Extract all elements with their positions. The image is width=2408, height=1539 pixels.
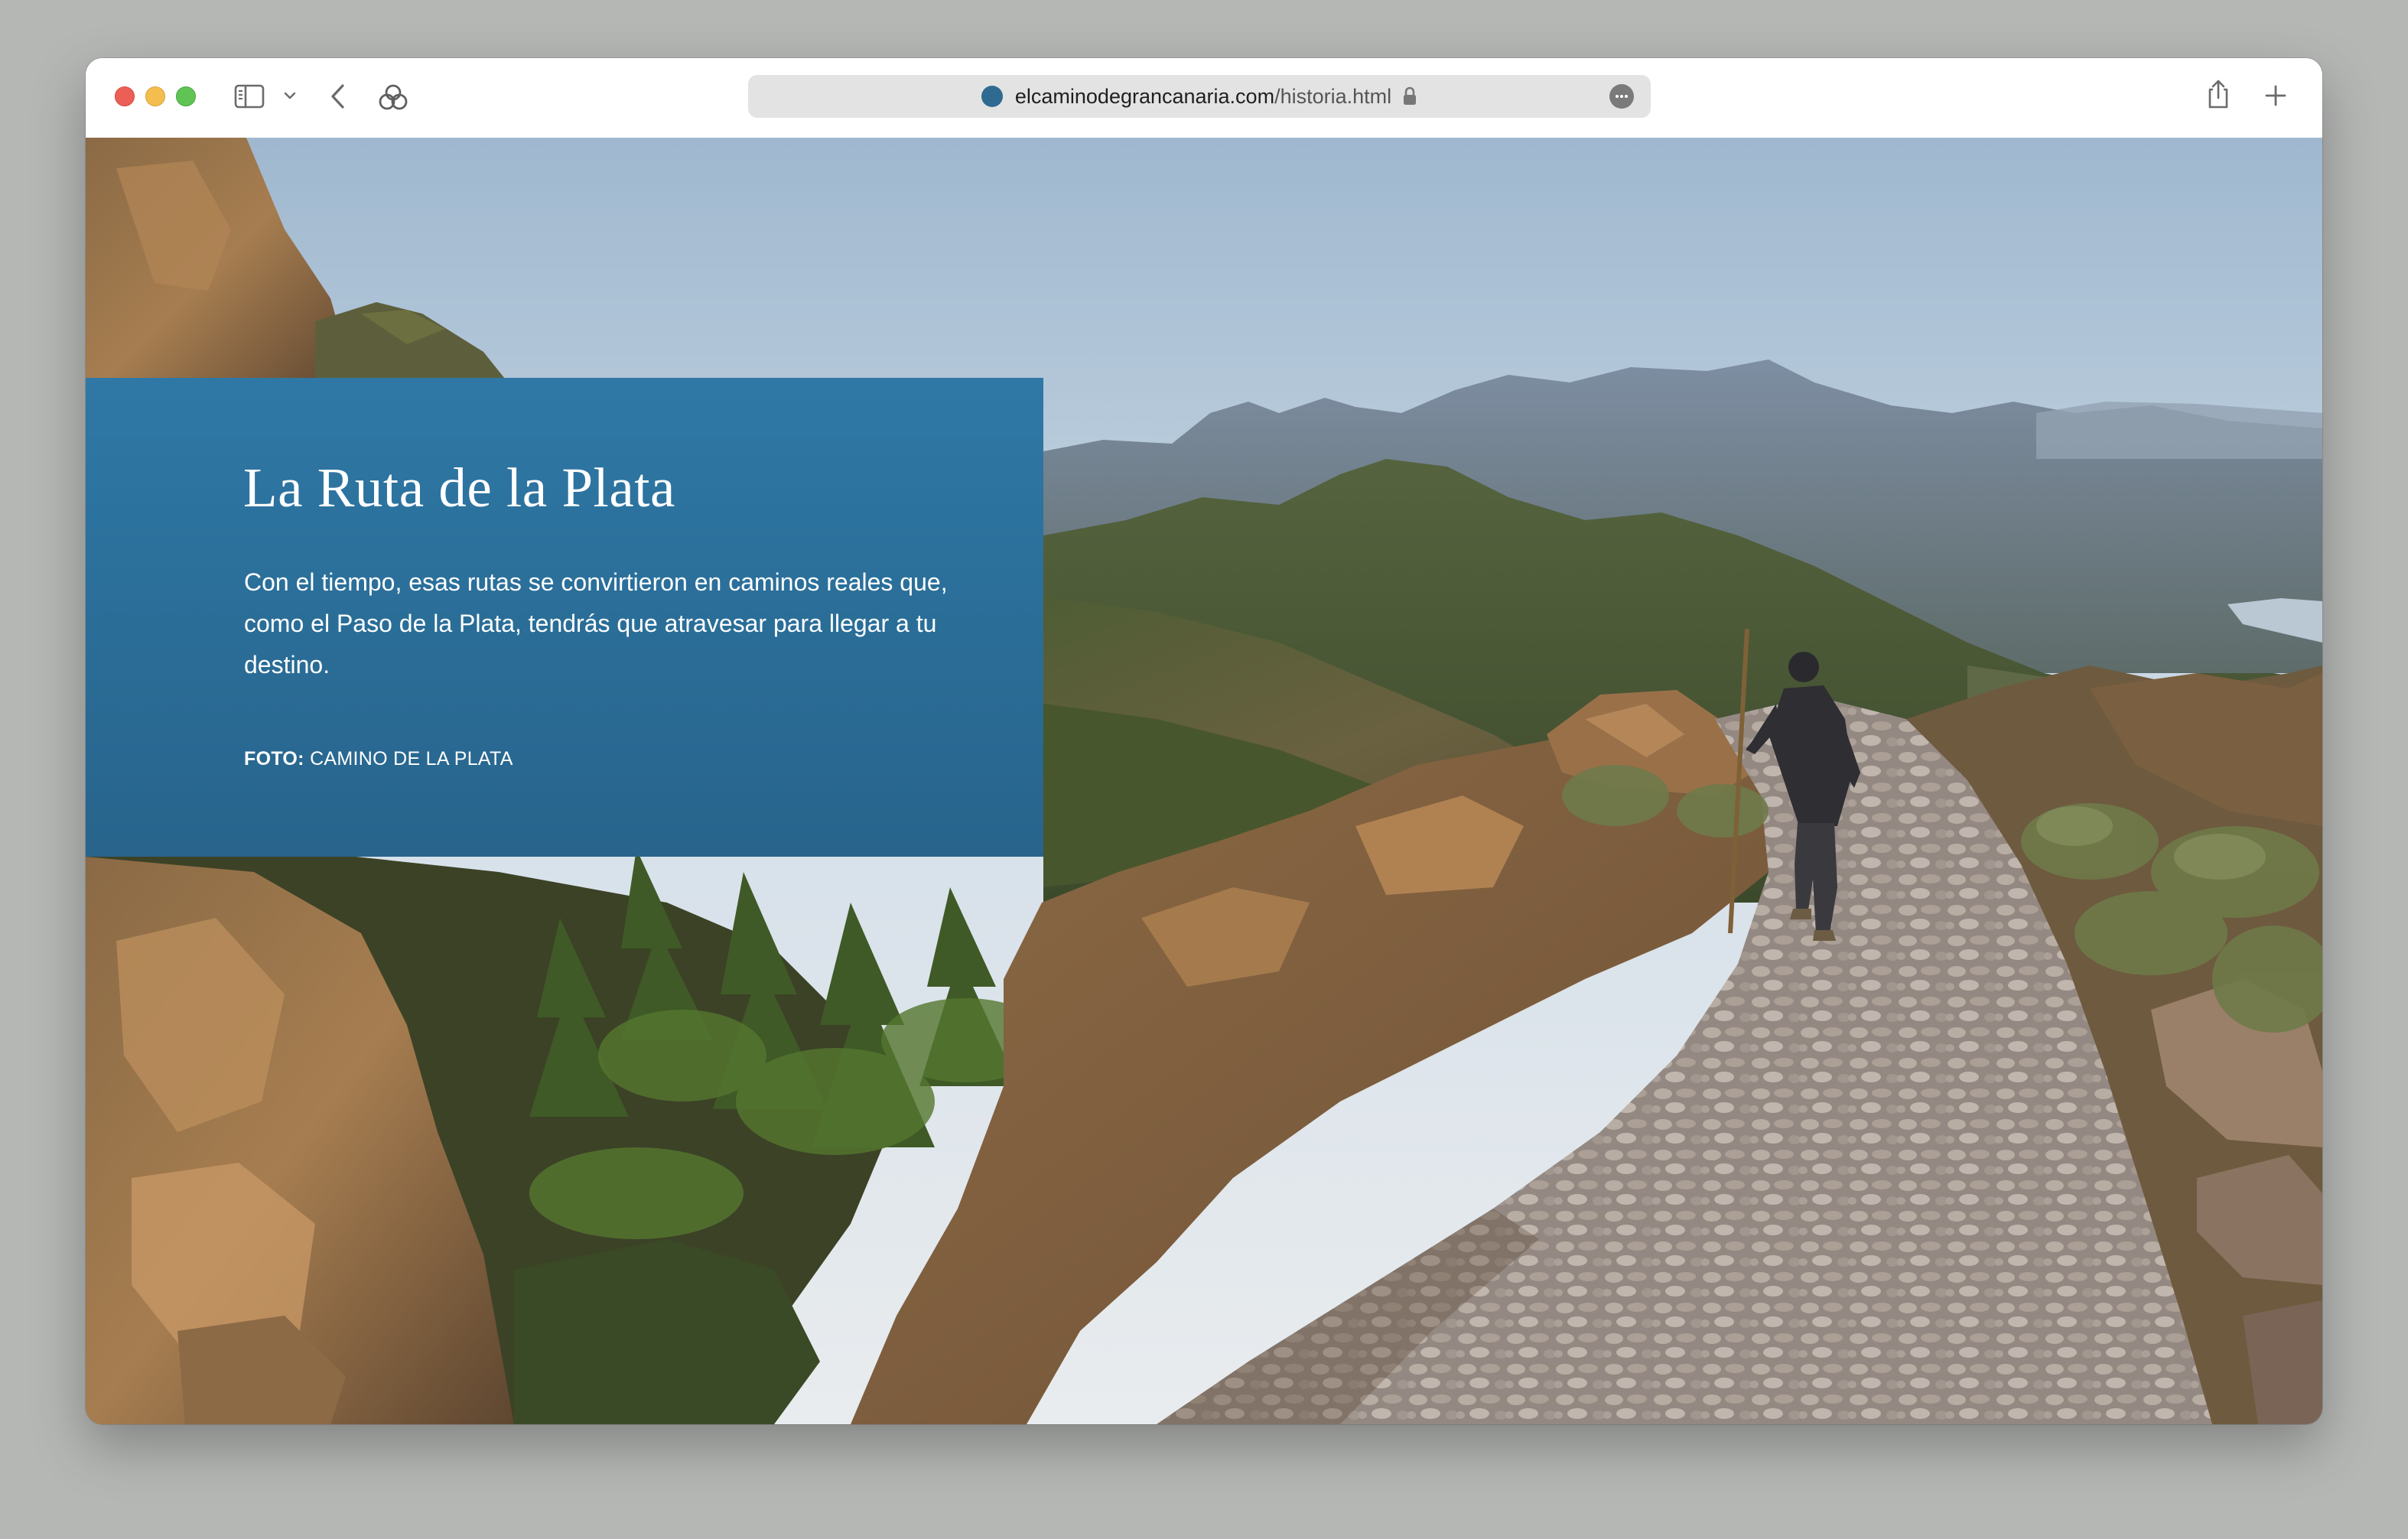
- more-icon[interactable]: [1609, 84, 1634, 109]
- site-favicon-icon: [981, 86, 1003, 107]
- story-description: Con el tiempo, esas rutas se convirtiero…: [244, 568, 948, 678]
- url-path: /historia.html: [1274, 84, 1392, 108]
- hero-section: La Ruta de la Plata Con el tiempo, esas …: [86, 138, 2322, 1424]
- browser-toolbar: elcaminodegrancanaria.com/historia.html: [86, 58, 2322, 138]
- photo-credit-value: CAMINO DE LA PLATA: [310, 748, 513, 770]
- page-title: La Ruta de la Plata: [243, 457, 675, 519]
- url-domain: elcaminodegrancanaria.com: [1014, 84, 1275, 108]
- browser-window: elcaminodegrancanaria.com/historia.html: [86, 58, 2322, 1424]
- minimize-window-button[interactable]: [145, 86, 165, 106]
- close-window-button[interactable]: [115, 86, 135, 106]
- photo-credit-label: FOTO:: [244, 748, 304, 770]
- new-tab-icon[interactable]: [2264, 84, 2287, 107]
- tab-group-icon[interactable]: [378, 83, 408, 112]
- photo-credit: FOTO: CAMINO DE LA PLATA: [244, 748, 513, 770]
- chevron-down-icon[interactable]: [283, 90, 297, 101]
- back-icon[interactable]: [329, 83, 347, 110]
- zoom-window-button[interactable]: [176, 86, 196, 106]
- address-bar[interactable]: elcaminodegrancanaria.com/historia.html: [748, 75, 1651, 118]
- share-icon[interactable]: [2206, 78, 2231, 110]
- lock-icon: [1404, 86, 1417, 105]
- sidebar-icon[interactable]: [234, 84, 265, 109]
- story-card: La Ruta de la Plata Con el tiempo, esas …: [86, 378, 1043, 857]
